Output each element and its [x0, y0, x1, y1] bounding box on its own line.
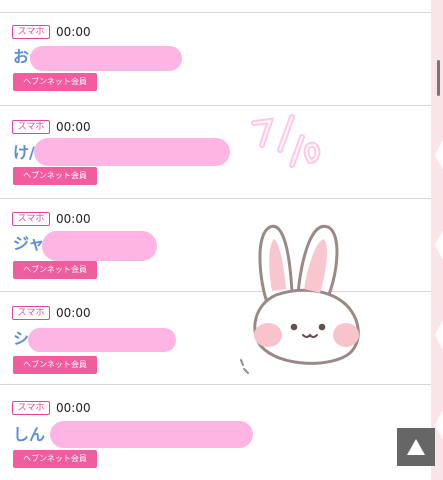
visit-time: 00:00 — [56, 401, 91, 415]
device-badge: スマホ — [12, 212, 50, 226]
visit-time: 00:00 — [56, 212, 91, 226]
device-badge: スマホ — [12, 120, 50, 134]
member-badge: ヘブンネット会員 — [13, 73, 97, 91]
member-badge: ヘブンネット会員 — [13, 450, 97, 468]
visitor-name[interactable]: シ — [13, 330, 29, 348]
scroll-to-top-button[interactable] — [397, 428, 435, 466]
visit-time: 00:00 — [56, 306, 91, 320]
device-badge: スマホ — [12, 25, 50, 39]
device-badge: スマホ — [12, 306, 50, 320]
triangle-up-icon — [407, 439, 425, 455]
visit-time: 00:00 — [56, 120, 91, 134]
handwriting-score — [251, 114, 321, 168]
member-badge: ヘブンネット会員 — [13, 167, 97, 185]
redaction-scribble — [50, 421, 253, 448]
visitor-name[interactable]: ジャ — [13, 235, 44, 253]
list-item[interactable]: スマホ 00:00 しん ヘブンネット会員 — [0, 386, 431, 479]
redaction-scribble — [28, 328, 176, 352]
list-item[interactable]: スマホ 00:00 おー ヘブンネット会員 — [0, 13, 431, 106]
bunny-sticker — [240, 95, 380, 375]
member-badge: ヘブンネット会員 — [13, 356, 97, 374]
redaction-scribble — [42, 231, 157, 261]
redaction-scribble — [34, 138, 230, 166]
visitor-name[interactable]: しん — [13, 426, 45, 444]
visit-time: 00:00 — [56, 25, 91, 39]
visitor-name[interactable]: け/ — [13, 144, 35, 162]
scrollbar-thumb[interactable] — [437, 60, 440, 96]
device-badge: スマホ — [12, 401, 50, 415]
redaction-scribble — [30, 46, 182, 71]
member-badge: ヘブンネット会員 — [13, 261, 97, 279]
